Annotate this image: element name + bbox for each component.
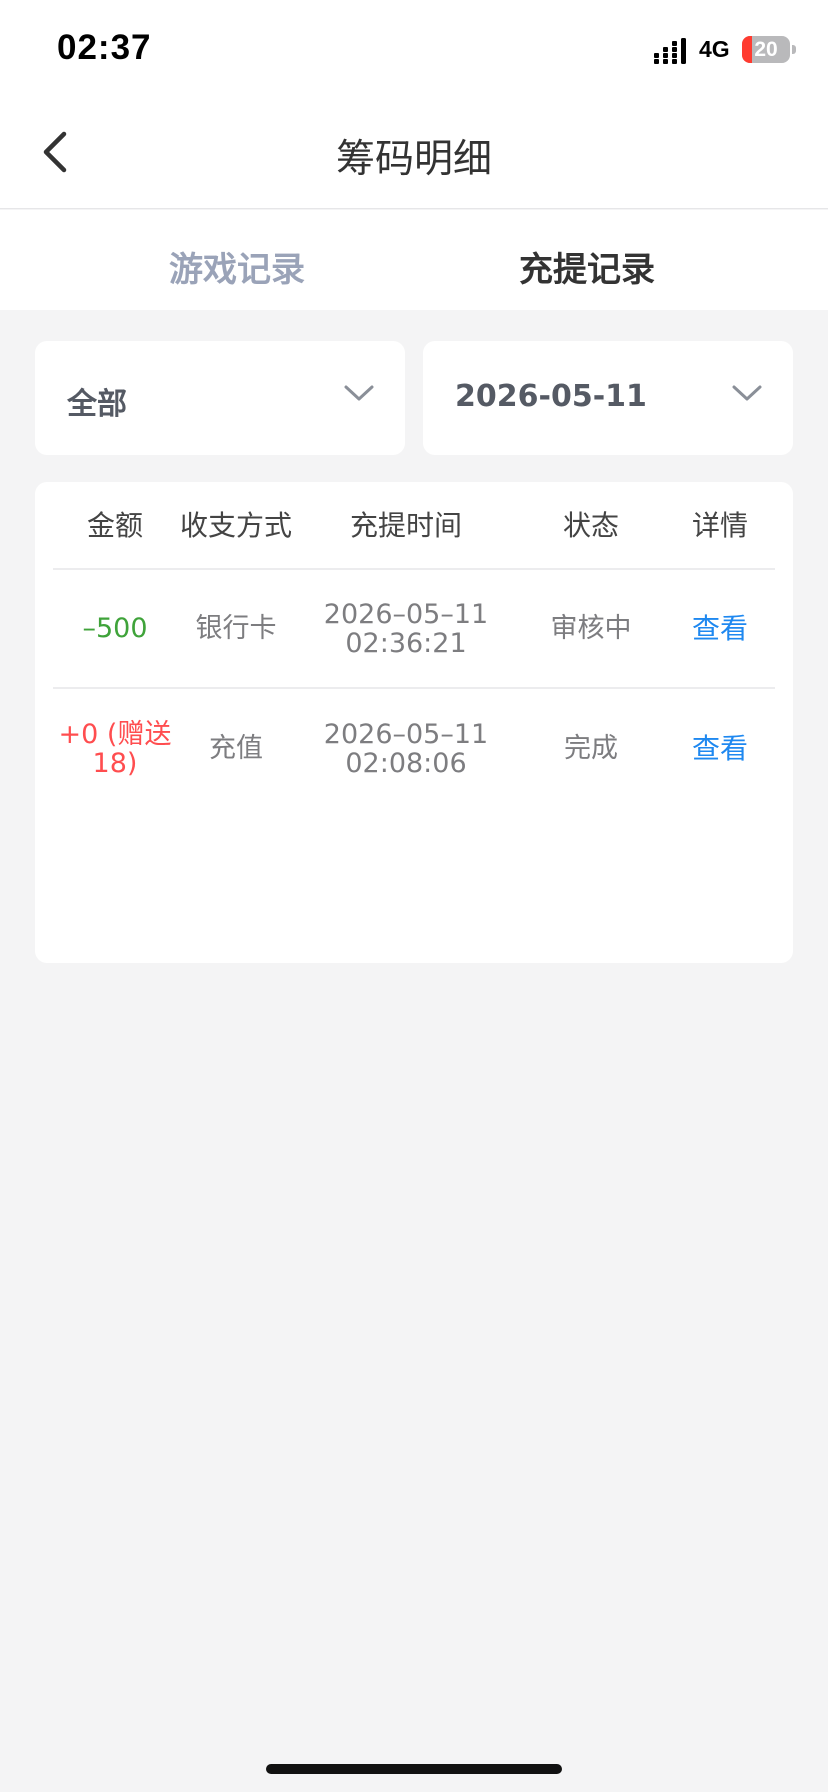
date-filter-dropdown[interactable]: 2026-05-11 [423,341,793,455]
row-time: 02:08:06 [345,747,467,779]
row-method: 银行卡 [195,613,277,644]
row-time: 02:36:21 [345,627,467,659]
row-datetime: 2026–05–11 02:36:21 [295,570,517,687]
view-detail-link[interactable]: 查看 [665,570,775,687]
status-time: 02:37 [57,28,152,67]
type-filter-dropdown[interactable]: 全部 [35,341,405,455]
tab-recharge-records[interactable]: 充提记录 [380,242,794,291]
table-row: –500 银行卡 2026–05–11 02:36:21 审核中 查看 [53,570,775,689]
row-datetime: 2026–05–11 02:08:06 [295,689,517,808]
battery-cap [792,45,796,54]
record-tabs: 游戏记录 充提记录 [0,210,828,310]
row-amount-line1: +0 (赠送 [58,718,172,750]
row-method: 充值 [209,733,263,764]
date-filter-value: 2026-05-11 [455,379,647,414]
table-header: 金额 收支方式 充提时间 状态 详情 [53,482,775,570]
column-header-status: 状态 [562,508,619,542]
page-title: 筹码明细 [335,137,492,182]
nav-bar: 筹码明细 [0,100,828,209]
row-amount: +0 (赠送 18) [53,689,177,808]
battery-icon: 20 [742,36,790,63]
chevron-down-icon [732,385,762,401]
records-table: 金额 收支方式 充提时间 状态 详情 –500 银行卡 2026–05–11 0… [35,482,793,963]
cellular-signal-icon [654,38,686,64]
network-type-label: 4G [699,36,730,62]
column-header-detail: 详情 [691,508,748,542]
column-header-amount: 金额 [86,508,143,542]
type-filter-value: 全部 [67,387,127,422]
status-bar: 02:37 4G 20 [0,0,828,100]
home-indicator [266,1764,562,1774]
view-detail-link[interactable]: 查看 [665,689,775,808]
table-row: +0 (赠送 18) 充值 2026–05–11 02:08:06 完成 查看 [53,689,775,808]
row-amount-line2: 18) [92,747,138,779]
chevron-down-icon [344,385,374,401]
row-amount: –500 [82,613,148,644]
row-status: 审核中 [550,613,632,644]
row-date: 2026–05–11 [323,598,489,630]
row-status: 完成 [564,733,618,764]
column-header-method: 收支方式 [179,508,292,542]
battery-percent: 20 [754,38,778,61]
row-date: 2026–05–11 [323,718,489,750]
column-header-time: 充提时间 [349,508,462,542]
